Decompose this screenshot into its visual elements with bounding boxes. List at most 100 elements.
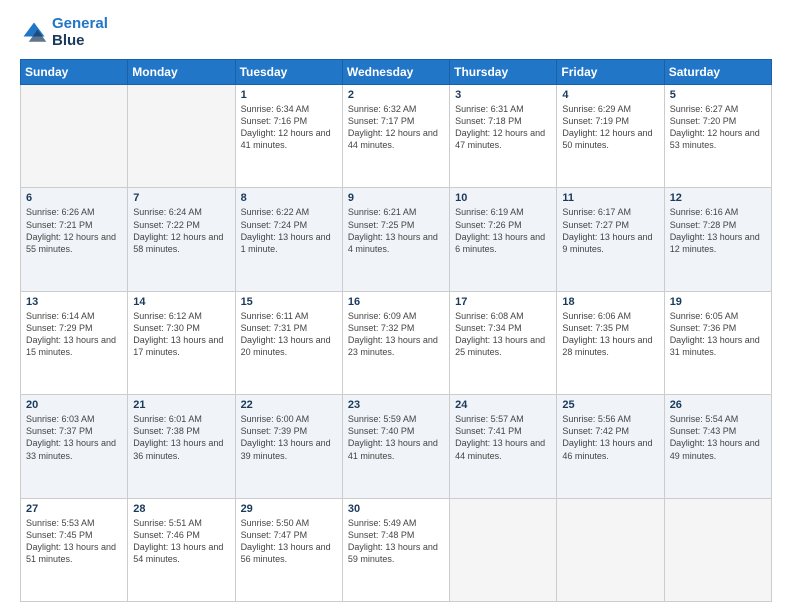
calendar-cell: 18 Sunrise: 6:06 AM Sunset: 7:35 PM Dayli… [557, 291, 664, 394]
calendar-cell: 2 Sunrise: 6:32 AM Sunset: 7:17 PM Daylig… [342, 85, 449, 188]
day-number: 17 [455, 296, 551, 308]
day-info: Sunrise: 5:49 AM Sunset: 7:48 PM Dayligh… [348, 517, 444, 566]
day-info: Sunrise: 6:32 AM Sunset: 7:17 PM Dayligh… [348, 103, 444, 152]
day-number: 13 [26, 296, 122, 308]
calendar-table: SundayMondayTuesdayWednesdayThursdayFrid… [20, 59, 772, 602]
weekday-header-wednesday: Wednesday [342, 60, 449, 85]
calendar-cell: 16 Sunrise: 6:09 AM Sunset: 7:32 PM Dayli… [342, 291, 449, 394]
day-info: Sunrise: 5:51 AM Sunset: 7:46 PM Dayligh… [133, 517, 229, 566]
header: General Blue [20, 16, 772, 49]
weekday-header-thursday: Thursday [450, 60, 557, 85]
day-info: Sunrise: 6:05 AM Sunset: 7:36 PM Dayligh… [670, 310, 766, 359]
day-info: Sunrise: 6:01 AM Sunset: 7:38 PM Dayligh… [133, 413, 229, 462]
day-info: Sunrise: 6:21 AM Sunset: 7:25 PM Dayligh… [348, 206, 444, 255]
day-number: 24 [455, 399, 551, 411]
day-number: 20 [26, 399, 122, 411]
day-info: Sunrise: 5:59 AM Sunset: 7:40 PM Dayligh… [348, 413, 444, 462]
day-number: 23 [348, 399, 444, 411]
calendar-cell [557, 498, 664, 601]
day-info: Sunrise: 6:09 AM Sunset: 7:32 PM Dayligh… [348, 310, 444, 359]
calendar-cell: 17 Sunrise: 6:08 AM Sunset: 7:34 PM Dayli… [450, 291, 557, 394]
calendar-cell: 7Sunrise: 6:24 AM Sunset: 7:22 PM Daylig… [128, 188, 235, 291]
day-info: Sunrise: 5:56 AM Sunset: 7:42 PM Dayligh… [562, 413, 658, 462]
weekday-header-monday: Monday [128, 60, 235, 85]
calendar-cell: 15 Sunrise: 6:11 AM Sunset: 7:31 PM Dayli… [235, 291, 342, 394]
day-info: Sunrise: 6:00 AM Sunset: 7:39 PM Dayligh… [241, 413, 337, 462]
calendar-cell: 22Sunrise: 6:00 AM Sunset: 7:39 PM Dayli… [235, 395, 342, 498]
day-number: 1 [241, 89, 337, 101]
calendar-cell: 13 Sunrise: 6:14 AM Sunset: 7:29 PM Dayli… [21, 291, 128, 394]
page: General Blue SundayMondayTuesdayWednesda… [0, 0, 792, 612]
day-info: Sunrise: 6:08 AM Sunset: 7:34 PM Dayligh… [455, 310, 551, 359]
week-row-1: 1 Sunrise: 6:34 AM Sunset: 7:16 PM Daylig… [21, 85, 772, 188]
day-info: Sunrise: 6:12 AM Sunset: 7:30 PM Dayligh… [133, 310, 229, 359]
calendar-cell: 30 Sunrise: 5:49 AM Sunset: 7:48 PM Dayli… [342, 498, 449, 601]
calendar-cell [664, 498, 771, 601]
weekday-header-saturday: Saturday [664, 60, 771, 85]
day-info: Sunrise: 5:54 AM Sunset: 7:43 PM Dayligh… [670, 413, 766, 462]
calendar-cell: 28 Sunrise: 5:51 AM Sunset: 7:46 PM Dayli… [128, 498, 235, 601]
calendar-cell: 25 Sunrise: 5:56 AM Sunset: 7:42 PM Dayli… [557, 395, 664, 498]
day-number: 19 [670, 296, 766, 308]
weekday-header-row: SundayMondayTuesdayWednesdayThursdayFrid… [21, 60, 772, 85]
calendar-cell: 12Sunrise: 6:16 AM Sunset: 7:28 PM Dayli… [664, 188, 771, 291]
calendar-cell: 1 Sunrise: 6:34 AM Sunset: 7:16 PM Daylig… [235, 85, 342, 188]
day-number: 4 [562, 89, 658, 101]
calendar-cell: 21 Sunrise: 6:01 AM Sunset: 7:38 PM Dayli… [128, 395, 235, 498]
day-number: 21 [133, 399, 229, 411]
day-number: 26 [670, 399, 766, 411]
week-row-3: 13 Sunrise: 6:14 AM Sunset: 7:29 PM Dayli… [21, 291, 772, 394]
day-number: 30 [348, 503, 444, 515]
day-info: Sunrise: 6:14 AM Sunset: 7:29 PM Dayligh… [26, 310, 122, 359]
day-info: Sunrise: 5:57 AM Sunset: 7:41 PM Dayligh… [455, 413, 551, 462]
day-info: Sunrise: 6:34 AM Sunset: 7:16 PM Dayligh… [241, 103, 337, 152]
day-info: Sunrise: 6:03 AM Sunset: 7:37 PM Dayligh… [26, 413, 122, 462]
day-number: 2 [348, 89, 444, 101]
day-number: 16 [348, 296, 444, 308]
calendar-cell: 29 Sunrise: 5:50 AM Sunset: 7:47 PM Dayli… [235, 498, 342, 601]
calendar-cell: 6 Sunrise: 6:26 AM Sunset: 7:21 PM Daylig… [21, 188, 128, 291]
weekday-header-sunday: Sunday [21, 60, 128, 85]
day-number: 5 [670, 89, 766, 101]
calendar-cell: 20 Sunrise: 6:03 AM Sunset: 7:37 PM Dayli… [21, 395, 128, 498]
calendar-cell: 9 Sunrise: 6:21 AM Sunset: 7:25 PM Daylig… [342, 188, 449, 291]
calendar-cell: 24 Sunrise: 5:57 AM Sunset: 7:41 PM Dayli… [450, 395, 557, 498]
day-number: 9 [348, 192, 444, 204]
day-number: 25 [562, 399, 658, 411]
calendar-cell: 4Sunrise: 6:29 AM Sunset: 7:19 PM Daylig… [557, 85, 664, 188]
day-info: Sunrise: 5:50 AM Sunset: 7:47 PM Dayligh… [241, 517, 337, 566]
week-row-5: 27Sunrise: 5:53 AM Sunset: 7:45 PM Dayli… [21, 498, 772, 601]
day-info: Sunrise: 6:31 AM Sunset: 7:18 PM Dayligh… [455, 103, 551, 152]
day-number: 8 [241, 192, 337, 204]
day-number: 10 [455, 192, 551, 204]
logo-text: General Blue [52, 16, 108, 49]
calendar-cell [128, 85, 235, 188]
calendar-cell: 27Sunrise: 5:53 AM Sunset: 7:45 PM Dayli… [21, 498, 128, 601]
day-number: 27 [26, 503, 122, 515]
day-info: Sunrise: 6:06 AM Sunset: 7:35 PM Dayligh… [562, 310, 658, 359]
weekday-header-tuesday: Tuesday [235, 60, 342, 85]
day-number: 29 [241, 503, 337, 515]
logo: General Blue [20, 16, 108, 49]
day-info: Sunrise: 6:17 AM Sunset: 7:27 PM Dayligh… [562, 206, 658, 255]
weekday-header-friday: Friday [557, 60, 664, 85]
calendar-cell: 8Sunrise: 6:22 AM Sunset: 7:24 PM Daylig… [235, 188, 342, 291]
week-row-4: 20 Sunrise: 6:03 AM Sunset: 7:37 PM Dayli… [21, 395, 772, 498]
calendar-body: 1 Sunrise: 6:34 AM Sunset: 7:16 PM Daylig… [21, 85, 772, 602]
day-info: Sunrise: 6:16 AM Sunset: 7:28 PM Dayligh… [670, 206, 766, 255]
day-info: Sunrise: 6:11 AM Sunset: 7:31 PM Dayligh… [241, 310, 337, 359]
day-info: Sunrise: 6:19 AM Sunset: 7:26 PM Dayligh… [455, 206, 551, 255]
day-number: 15 [241, 296, 337, 308]
day-number: 14 [133, 296, 229, 308]
calendar-cell: 19 Sunrise: 6:05 AM Sunset: 7:36 PM Dayli… [664, 291, 771, 394]
day-number: 28 [133, 503, 229, 515]
calendar-cell: 3 Sunrise: 6:31 AM Sunset: 7:18 PM Daylig… [450, 85, 557, 188]
logo-icon [20, 19, 48, 47]
calendar-cell: 10 Sunrise: 6:19 AM Sunset: 7:26 PM Dayli… [450, 188, 557, 291]
day-number: 3 [455, 89, 551, 101]
day-number: 11 [562, 192, 658, 204]
day-info: Sunrise: 6:24 AM Sunset: 7:22 PM Dayligh… [133, 206, 229, 255]
day-info: Sunrise: 6:26 AM Sunset: 7:21 PM Dayligh… [26, 206, 122, 255]
day-number: 6 [26, 192, 122, 204]
day-number: 18 [562, 296, 658, 308]
